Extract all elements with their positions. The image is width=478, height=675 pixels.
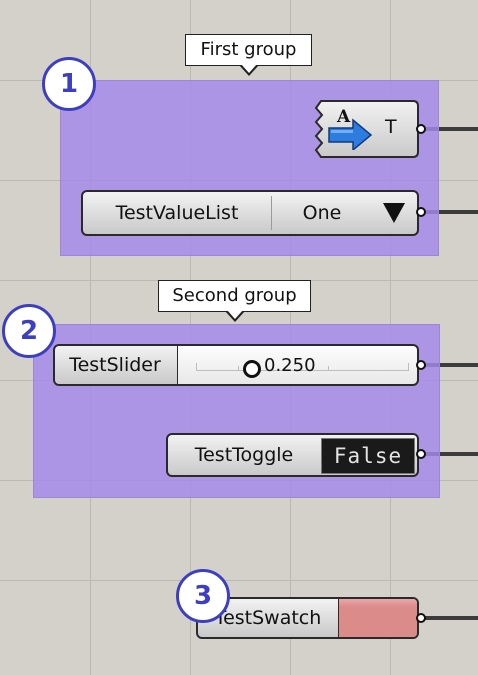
value-list-component[interactable]: TestValueList One xyxy=(81,190,419,236)
text-arrow-icon: A xyxy=(328,107,373,150)
text-component[interactable]: A T xyxy=(313,100,419,158)
marker-3: 3 xyxy=(176,569,230,623)
swatch-color[interactable] xyxy=(338,599,417,637)
slider-component[interactable]: TestSlider 0.250 xyxy=(53,344,419,386)
second-group-label-text: Second group xyxy=(172,285,297,306)
swatch-output-port[interactable] xyxy=(416,613,426,623)
value-list-output-port[interactable] xyxy=(416,207,426,217)
slider-value: 0.250 xyxy=(264,355,316,376)
slider-output-port[interactable] xyxy=(416,360,426,370)
toggle-output-port[interactable] xyxy=(416,449,426,459)
value-list-name: TestValueList xyxy=(115,202,239,224)
toggle-name: TestToggle xyxy=(194,444,294,466)
second-group-label: Second group xyxy=(158,280,311,322)
slider-handle[interactable] xyxy=(243,360,261,378)
svg-text:A: A xyxy=(336,107,351,127)
first-group-label: First group xyxy=(185,34,312,76)
marker-2: 2 xyxy=(2,304,56,358)
slider-name: TestSlider xyxy=(69,354,161,376)
text-output-port[interactable] xyxy=(416,124,426,134)
swatch-component[interactable]: TestSwatch xyxy=(196,597,419,639)
wire-swatch xyxy=(424,616,478,620)
marker-1: 1 xyxy=(42,57,96,111)
text-output-label: T xyxy=(385,116,397,138)
first-group-label-text: First group xyxy=(200,39,297,60)
slider-tick-a xyxy=(238,366,239,371)
value-list-value[interactable]: One xyxy=(272,192,372,234)
slider-track[interactable]: 0.250 xyxy=(177,346,417,384)
slider-tick-start xyxy=(196,363,197,371)
toggle-value-box[interactable]: False xyxy=(321,438,415,474)
toggle-value: False xyxy=(333,444,403,468)
slider-tick-b xyxy=(328,366,329,371)
slider-tick-end xyxy=(408,363,409,371)
toggle-component[interactable]: TestToggle False xyxy=(166,433,419,477)
dropdown-triangle-icon[interactable] xyxy=(383,203,405,223)
